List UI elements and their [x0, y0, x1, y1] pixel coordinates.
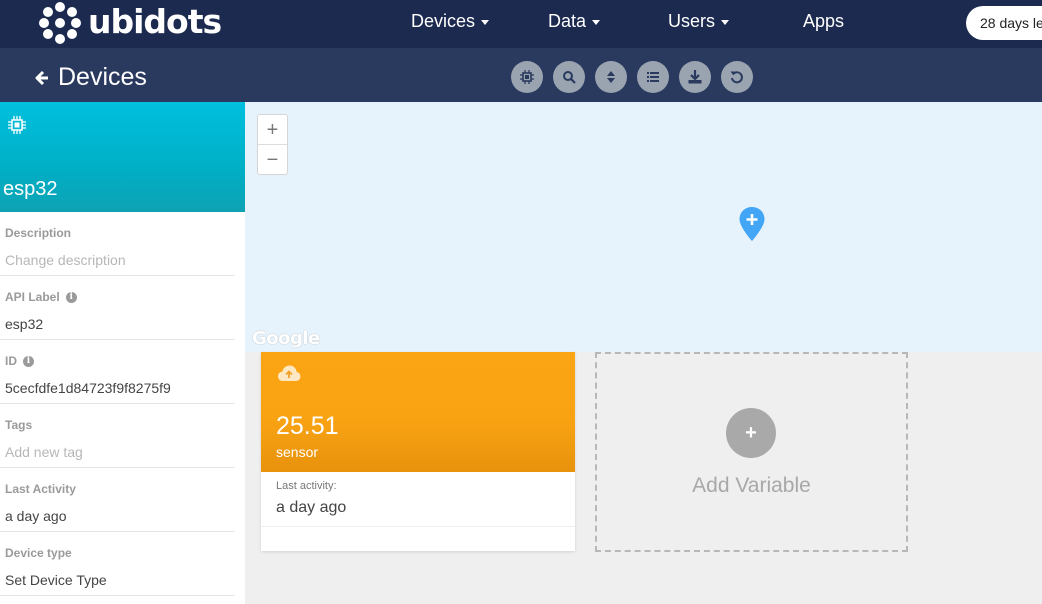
device-name[interactable]: esp32 — [3, 178, 58, 201]
field-id: ID i 5cecfdfe1d84723f9f8275f9 — [0, 340, 235, 404]
add-variable-button[interactable]: + Add Variable — [595, 352, 908, 552]
variable-name: sensor — [276, 444, 319, 460]
logo-text: ubidots — [88, 1, 222, 41]
field-device-type: Device type Set Device Type — [0, 532, 235, 596]
ubidots-logo[interactable]: ubidots — [38, 0, 222, 46]
device-type-select[interactable]: Set Device Type — [5, 572, 107, 588]
refresh-icon — [730, 71, 743, 84]
field-label: ID — [5, 354, 17, 368]
nav-apps[interactable]: Apps — [803, 11, 844, 32]
device-location-map[interactable]: + − Google — [245, 102, 1042, 352]
nav-data-label: Data — [548, 11, 587, 31]
map-pin-icon[interactable] — [738, 206, 766, 242]
caret-down-icon — [481, 20, 490, 25]
variable-card-header: 25.51 sensor — [261, 352, 575, 472]
map-zoom-control: + − — [257, 114, 288, 175]
variable-card-sensor[interactable]: 25.51 sensor Last activity: a day ago — [261, 352, 575, 551]
page-toolbar: Devices — [0, 48, 1042, 102]
trial-days-badge[interactable]: 28 days le — [966, 6, 1042, 40]
field-label: Last Activity — [5, 482, 76, 496]
download-icon — [688, 70, 702, 84]
nav-data[interactable]: Data — [548, 11, 601, 32]
nav-users[interactable]: Users — [668, 11, 730, 32]
field-label: Tags — [5, 418, 33, 432]
google-attribution: Google — [252, 328, 320, 349]
sort-button[interactable] — [595, 61, 627, 93]
field-label: Device type — [5, 546, 72, 560]
plus-icon: + — [726, 408, 776, 458]
nav-apps-label: Apps — [803, 11, 845, 31]
reset-button[interactable] — [721, 61, 753, 93]
arrow-left-icon — [35, 70, 48, 85]
nav-devices[interactable]: Devices — [411, 11, 490, 32]
search-button[interactable] — [553, 61, 585, 93]
caret-down-icon — [721, 20, 730, 25]
device-type-button[interactable] — [511, 61, 543, 93]
add-variable-label: Add Variable — [692, 474, 811, 497]
device-details-panel: esp32 Description Change description API… — [0, 102, 245, 604]
logo-dots-icon — [38, 1, 82, 45]
variable-card-footer: Last activity: a day ago — [261, 472, 575, 527]
download-button[interactable] — [679, 61, 711, 93]
device-id-value: 5cecfdfe1d84723f9f8275f9 — [5, 380, 171, 396]
zoom-in-button[interactable]: + — [258, 115, 287, 145]
field-tags: Tags Add new tag — [0, 404, 235, 468]
page-title: Devices — [58, 63, 147, 91]
back-to-devices-button[interactable]: Devices — [34, 63, 147, 92]
nav-users-label: Users — [668, 11, 716, 31]
tags-input[interactable]: Add new tag — [5, 444, 83, 460]
search-icon — [563, 71, 576, 84]
list-view-button[interactable] — [637, 61, 669, 93]
api-label-input[interactable]: esp32 — [5, 316, 43, 332]
cloud-upload-icon — [278, 365, 301, 381]
chip-icon — [8, 116, 26, 134]
description-input[interactable]: Change description — [5, 252, 126, 268]
list-icon — [647, 72, 659, 82]
last-activity-label: Last activity: — [276, 480, 337, 492]
device-header: esp32 — [0, 102, 245, 212]
last-activity-value: a day ago — [5, 508, 67, 524]
caret-down-icon — [592, 20, 601, 25]
sort-icon — [607, 71, 615, 83]
variable-value: 25.51 — [276, 412, 339, 440]
field-description: Description Change description — [0, 212, 235, 276]
field-label: API Label — [5, 290, 60, 304]
field-label-wrap: ID i — [5, 354, 34, 368]
field-last-activity: Last Activity a day ago — [0, 468, 235, 532]
chip-icon — [520, 70, 534, 84]
last-activity-value: a day ago — [276, 499, 347, 516]
info-icon[interactable]: i — [65, 291, 77, 303]
zoom-out-button[interactable]: − — [258, 145, 287, 175]
top-navbar: ubidots Devices Data Users Apps 28 days … — [0, 0, 1042, 48]
field-label-wrap: API Label i — [5, 290, 77, 304]
field-api-label: API Label i esp32 — [0, 276, 235, 340]
field-label: Description — [5, 226, 72, 240]
info-icon[interactable]: i — [23, 355, 34, 367]
nav-devices-label: Devices — [411, 11, 476, 31]
